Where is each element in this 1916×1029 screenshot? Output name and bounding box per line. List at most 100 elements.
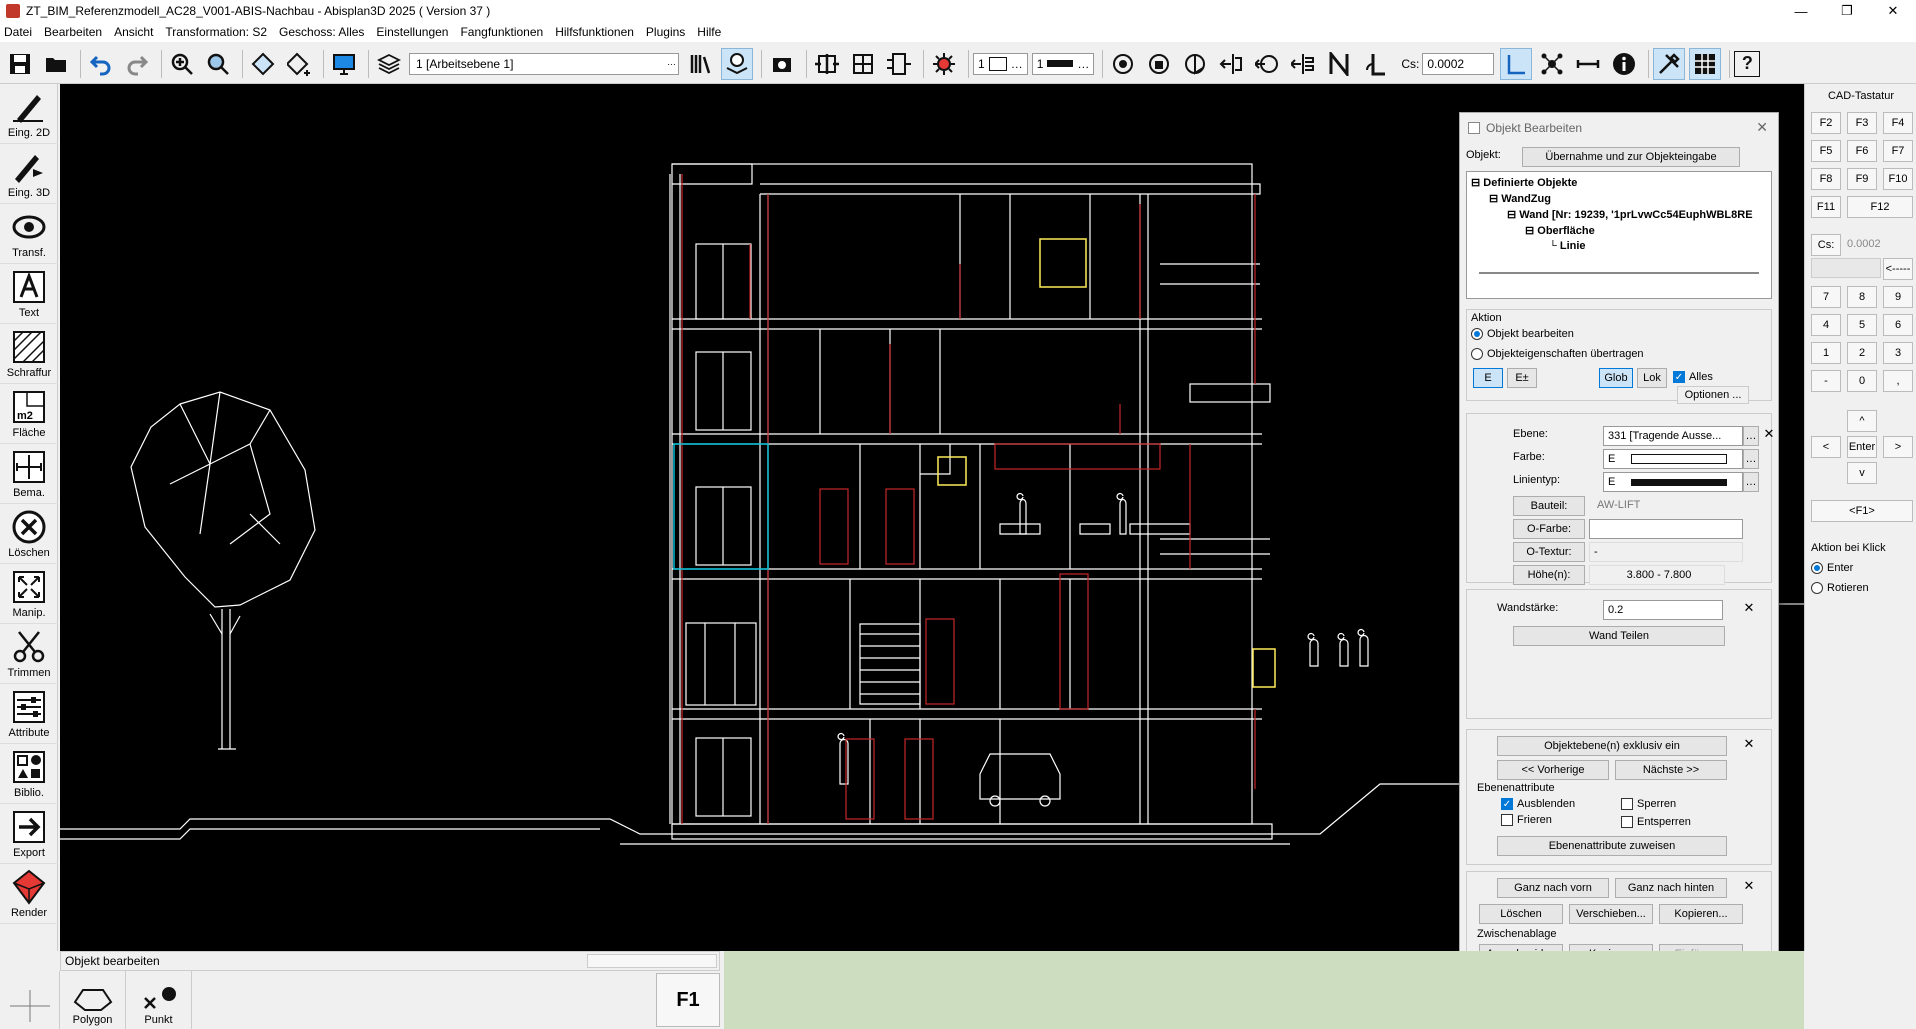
- menu-datei[interactable]: Datei: [4, 25, 32, 39]
- zoom-window-icon[interactable]: [202, 48, 234, 80]
- radio-eigenschaften-uebertragen[interactable]: Objekteigenschaften übertragen: [1471, 348, 1644, 360]
- key-left[interactable]: <: [1811, 436, 1841, 458]
- cs-input[interactable]: 0.0002: [1422, 52, 1495, 75]
- key-f8[interactable]: F8: [1811, 168, 1841, 190]
- library-icon[interactable]: [685, 48, 717, 80]
- layers-icon[interactable]: [373, 48, 405, 80]
- ebene-browse-button[interactable]: …: [1743, 426, 1759, 446]
- tree-scrollbar[interactable]: [1479, 272, 1759, 274]
- sperren-checkbox[interactable]: Sperren: [1621, 798, 1676, 810]
- radio-rotieren[interactable]: Rotieren: [1811, 582, 1869, 594]
- pen-width-select[interactable]: 1 …: [1031, 52, 1095, 75]
- tool-manip[interactable]: Manip.: [0, 564, 58, 624]
- menu-hilfsfunktionen[interactable]: Hilfsfunktionen: [555, 25, 634, 39]
- tool-transf[interactable]: Transf.: [0, 204, 58, 264]
- redo-icon[interactable]: [121, 48, 153, 80]
- key-f10[interactable]: F10: [1883, 168, 1913, 190]
- target-icon[interactable]: [1107, 48, 1139, 80]
- layer-group-close-icon[interactable]: ✕: [1741, 736, 1757, 752]
- wand-teilen-button[interactable]: Wand Teilen: [1513, 626, 1725, 646]
- object-tree[interactable]: ⊟ Definierte Objekte ⊟ WandZug ⊟ Wand [N…: [1466, 171, 1772, 299]
- undo-icon[interactable]: [85, 48, 117, 80]
- layer-select[interactable]: 1 [Arbeitsebene 1] …: [409, 52, 679, 75]
- key-4[interactable]: 4: [1811, 314, 1841, 336]
- close-button[interactable]: ✕: [1870, 0, 1916, 22]
- tool-text[interactable]: Text: [0, 264, 58, 324]
- key-8[interactable]: 8: [1847, 286, 1877, 308]
- verschieben-button[interactable]: Verschieben...: [1569, 904, 1653, 924]
- key-f1[interactable]: <F1>: [1811, 500, 1913, 522]
- pen-color-select[interactable]: 1 …: [973, 52, 1028, 75]
- key-3[interactable]: 3: [1883, 342, 1913, 364]
- key-1[interactable]: 1: [1811, 342, 1841, 364]
- ofarbe-field[interactable]: [1589, 519, 1743, 539]
- key-f5[interactable]: F5: [1811, 140, 1841, 162]
- crosshair-tool[interactable]: [0, 971, 60, 1029]
- tool-biblio[interactable]: Biblio.: [0, 744, 58, 804]
- menu-geschoss[interactable]: Geschoss: Alles: [279, 25, 364, 39]
- plane-add-icon[interactable]: [283, 48, 315, 80]
- menu-einstellungen[interactable]: Einstellungen: [376, 25, 448, 39]
- info-icon[interactable]: [1608, 48, 1640, 80]
- measure-icon[interactable]: [1572, 48, 1604, 80]
- punkt-tool[interactable]: Punkt: [126, 971, 192, 1029]
- ganz-nach-vorn-button[interactable]: Ganz nach vorn: [1497, 878, 1609, 898]
- grid-view-icon[interactable]: [847, 48, 879, 80]
- key-9[interactable]: 9: [1883, 286, 1913, 308]
- tree-node-linie[interactable]: └ Linie: [1471, 240, 1767, 256]
- menu-fangfunktionen[interactable]: Fangfunktionen: [460, 25, 543, 39]
- monitor-icon[interactable]: [328, 48, 360, 80]
- dialog-close-icon[interactable]: ✕: [1756, 119, 1768, 136]
- key-enter[interactable]: Enter: [1847, 436, 1877, 458]
- lok-button[interactable]: Lok: [1637, 368, 1667, 388]
- f1-button[interactable]: F1: [656, 973, 720, 1027]
- polygon-tool[interactable]: Polygon: [60, 971, 126, 1029]
- key-f11[interactable]: F11: [1811, 196, 1841, 218]
- tool-trimmen[interactable]: Trimmen: [0, 624, 58, 684]
- ganz-nach-hinten-button[interactable]: Ganz nach hinten: [1615, 878, 1727, 898]
- glob-button[interactable]: Glob: [1599, 368, 1633, 388]
- ofarbe-button[interactable]: O-Farbe:: [1513, 519, 1585, 539]
- farbe-browse-button[interactable]: …: [1743, 449, 1759, 469]
- wandstaerke-clear-icon[interactable]: ✕: [1741, 600, 1757, 616]
- line-angle-icon[interactable]: [1359, 48, 1391, 80]
- maximize-button[interactable]: ❐: [1824, 0, 1870, 22]
- key-5[interactable]: 5: [1847, 314, 1877, 336]
- ebene-clear-icon[interactable]: ✕: [1761, 426, 1777, 442]
- key-f7[interactable]: F7: [1883, 140, 1913, 162]
- zoom-in-icon[interactable]: [166, 48, 198, 80]
- optionen-button[interactable]: Optionen ...: [1677, 386, 1749, 404]
- tool-bema[interactable]: Bema.: [0, 444, 58, 504]
- key-comma[interactable]: ,: [1883, 370, 1913, 392]
- align-icon[interactable]: [1287, 48, 1319, 80]
- north-icon[interactable]: [1323, 48, 1355, 80]
- key-backspace[interactable]: <-----: [1883, 258, 1913, 280]
- otextur-field[interactable]: -: [1589, 542, 1743, 562]
- cad-input[interactable]: [1811, 258, 1881, 278]
- alles-checkbox[interactable]: ✓ Alles: [1673, 371, 1713, 383]
- sphere-icon[interactable]: [1179, 48, 1211, 80]
- hoehe-button[interactable]: Höhe(n):: [1513, 565, 1585, 585]
- key-2[interactable]: 2: [1847, 342, 1877, 364]
- bauteil-button[interactable]: Bauteil:: [1513, 496, 1585, 516]
- loeschen-button[interactable]: Löschen: [1479, 904, 1563, 924]
- mirror-icon[interactable]: [1215, 48, 1247, 80]
- tool-eing-2d[interactable]: Eing. 2D: [0, 84, 58, 144]
- e-button[interactable]: E: [1473, 368, 1503, 388]
- camera-icon[interactable]: [766, 48, 798, 80]
- linientyp-field[interactable]: E: [1603, 472, 1743, 492]
- help-button[interactable]: ?: [1734, 50, 1761, 77]
- rotate-icon[interactable]: [1251, 48, 1283, 80]
- ausblenden-checkbox[interactable]: ✓ Ausblenden: [1501, 798, 1575, 810]
- tool-flaeche[interactable]: m2 Fläche: [0, 384, 58, 444]
- tools-icon[interactable]: [1653, 47, 1686, 80]
- otextur-button[interactable]: O-Textur:: [1513, 542, 1585, 562]
- ebene-field[interactable]: 331 [Tragende Ausse...: [1603, 426, 1743, 446]
- key-f6[interactable]: F6: [1847, 140, 1877, 162]
- tool-loeschen[interactable]: Löschen: [0, 504, 58, 564]
- tree-node-root[interactable]: ⊟ Definierte Objekte: [1471, 176, 1767, 192]
- save-icon[interactable]: [4, 48, 36, 80]
- tree-node-wand[interactable]: ⊟ Wand [Nr: 19239, '1prLvwCc54EuphWBL8RE: [1471, 208, 1767, 224]
- building-icon[interactable]: [1143, 48, 1175, 80]
- key-f12[interactable]: F12: [1847, 196, 1913, 218]
